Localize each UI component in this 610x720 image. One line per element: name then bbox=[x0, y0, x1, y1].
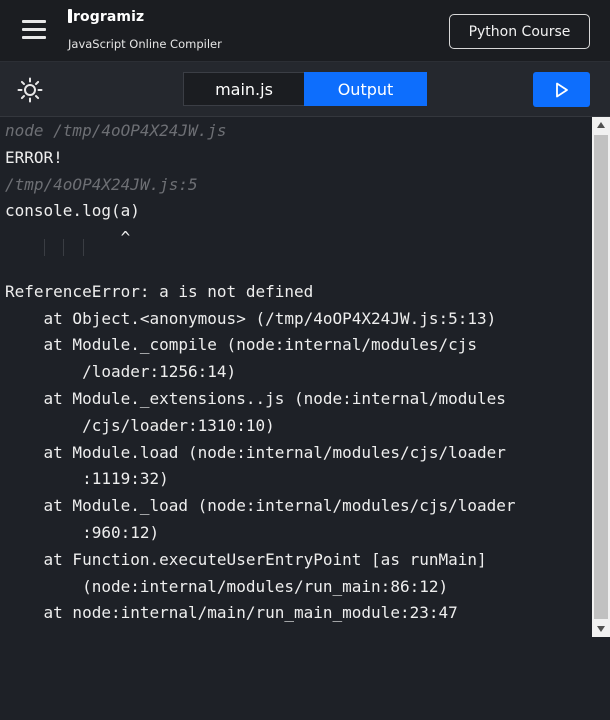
output-line: ReferenceError: a is not defined bbox=[5, 281, 314, 301]
output-line: at node:internal/main/run_main_module:23… bbox=[5, 603, 458, 623]
scroll-up-arrow-icon[interactable] bbox=[592, 117, 610, 133]
output-line: console.log(a) bbox=[5, 201, 140, 221]
run-button[interactable] bbox=[533, 72, 590, 107]
output-line: :1119:32) bbox=[5, 469, 169, 489]
output-line: :960:12) bbox=[5, 523, 160, 542]
programiz-logo[interactable]: rogramiz bbox=[68, 9, 144, 25]
sun-icon[interactable] bbox=[17, 77, 43, 103]
output-line: ERROR! bbox=[5, 147, 63, 167]
page-subtitle: JavaScript Online Compiler bbox=[68, 37, 222, 51]
output-line: ^ bbox=[5, 228, 131, 248]
output-line: at Module._compile (node:internal/module… bbox=[5, 335, 478, 355]
scroll-down-arrow-icon[interactable] bbox=[592, 621, 610, 637]
output-line: /cjs/loader:1310:10) bbox=[5, 415, 275, 435]
editor-toolbar: main.js Output bbox=[0, 62, 610, 117]
top-header: rogramiz JavaScript Online Compiler Pyth… bbox=[0, 0, 610, 62]
output-line: at Function.executeUserEntryPoint [as ru… bbox=[5, 549, 487, 569]
output-line: at Module._extensions..js (node:internal… bbox=[5, 389, 506, 408]
output-line: at Object.<anonymous> (/tmp/4oOP4X24JW.j… bbox=[5, 308, 497, 328]
output-line: node /tmp/4oOP4X24JW.js bbox=[5, 121, 227, 140]
logo-text: rogramiz bbox=[73, 9, 145, 25]
play-icon bbox=[555, 82, 568, 97]
tab-main-js[interactable]: main.js bbox=[183, 72, 304, 106]
python-course-button[interactable]: Python Course bbox=[449, 14, 590, 49]
scrollbar-thumb[interactable] bbox=[594, 135, 608, 619]
output-line: /tmp/4oOP4X24JW.js:5 bbox=[5, 174, 198, 194]
vertical-scrollbar[interactable] bbox=[592, 117, 610, 637]
output-line: (node:internal/modules/run_main:86:12) bbox=[5, 576, 449, 596]
tab-output[interactable]: Output bbox=[304, 72, 427, 106]
output-line: /loader:1256:14) bbox=[5, 362, 237, 382]
output-line: at Module.load (node:internal/modules/cj… bbox=[5, 442, 506, 462]
output-console: node /tmp/4oOP4X24JW.js ERROR! /tmp/4oOP4X… bbox=[0, 117, 592, 720]
output-line: at Module._load (node:internal/modules/c… bbox=[5, 496, 516, 516]
hamburger-menu-icon[interactable] bbox=[22, 20, 46, 39]
